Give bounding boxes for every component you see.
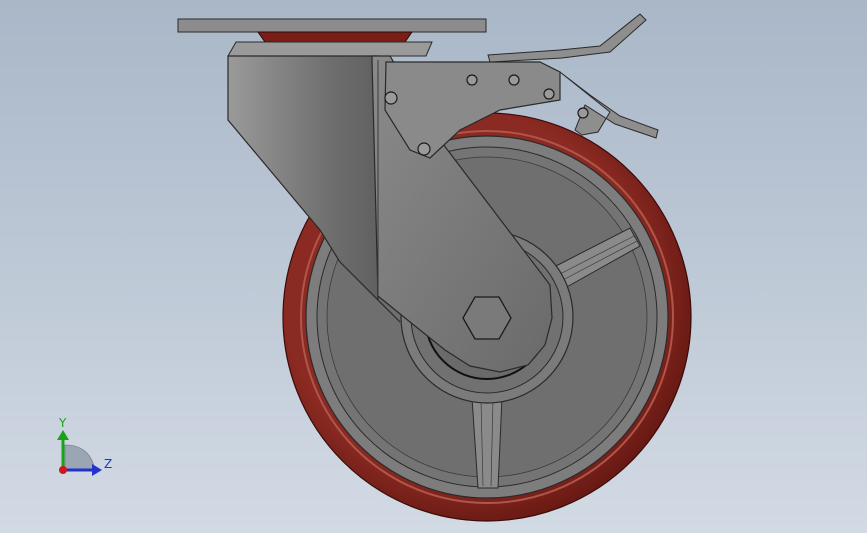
brake-rivet-3 bbox=[508, 74, 520, 86]
swivel-raceway bbox=[227, 41, 433, 57]
brake-rivet-2 bbox=[466, 74, 478, 86]
brake-rivet-1 bbox=[384, 91, 398, 105]
mounting-plate bbox=[177, 18, 487, 33]
graphics-viewport[interactable]: Y Z bbox=[0, 0, 867, 533]
triad-z-label: Z bbox=[104, 457, 112, 471]
swivel-ring bbox=[257, 31, 413, 43]
brake-rivet-4 bbox=[543, 88, 555, 100]
brake-pivot bbox=[577, 107, 589, 119]
triad-origin bbox=[59, 466, 67, 474]
brake-rivet-5 bbox=[417, 142, 431, 156]
triad-y-label: Y bbox=[58, 416, 67, 430]
model-canvas[interactable]: Y Z bbox=[0, 0, 867, 533]
